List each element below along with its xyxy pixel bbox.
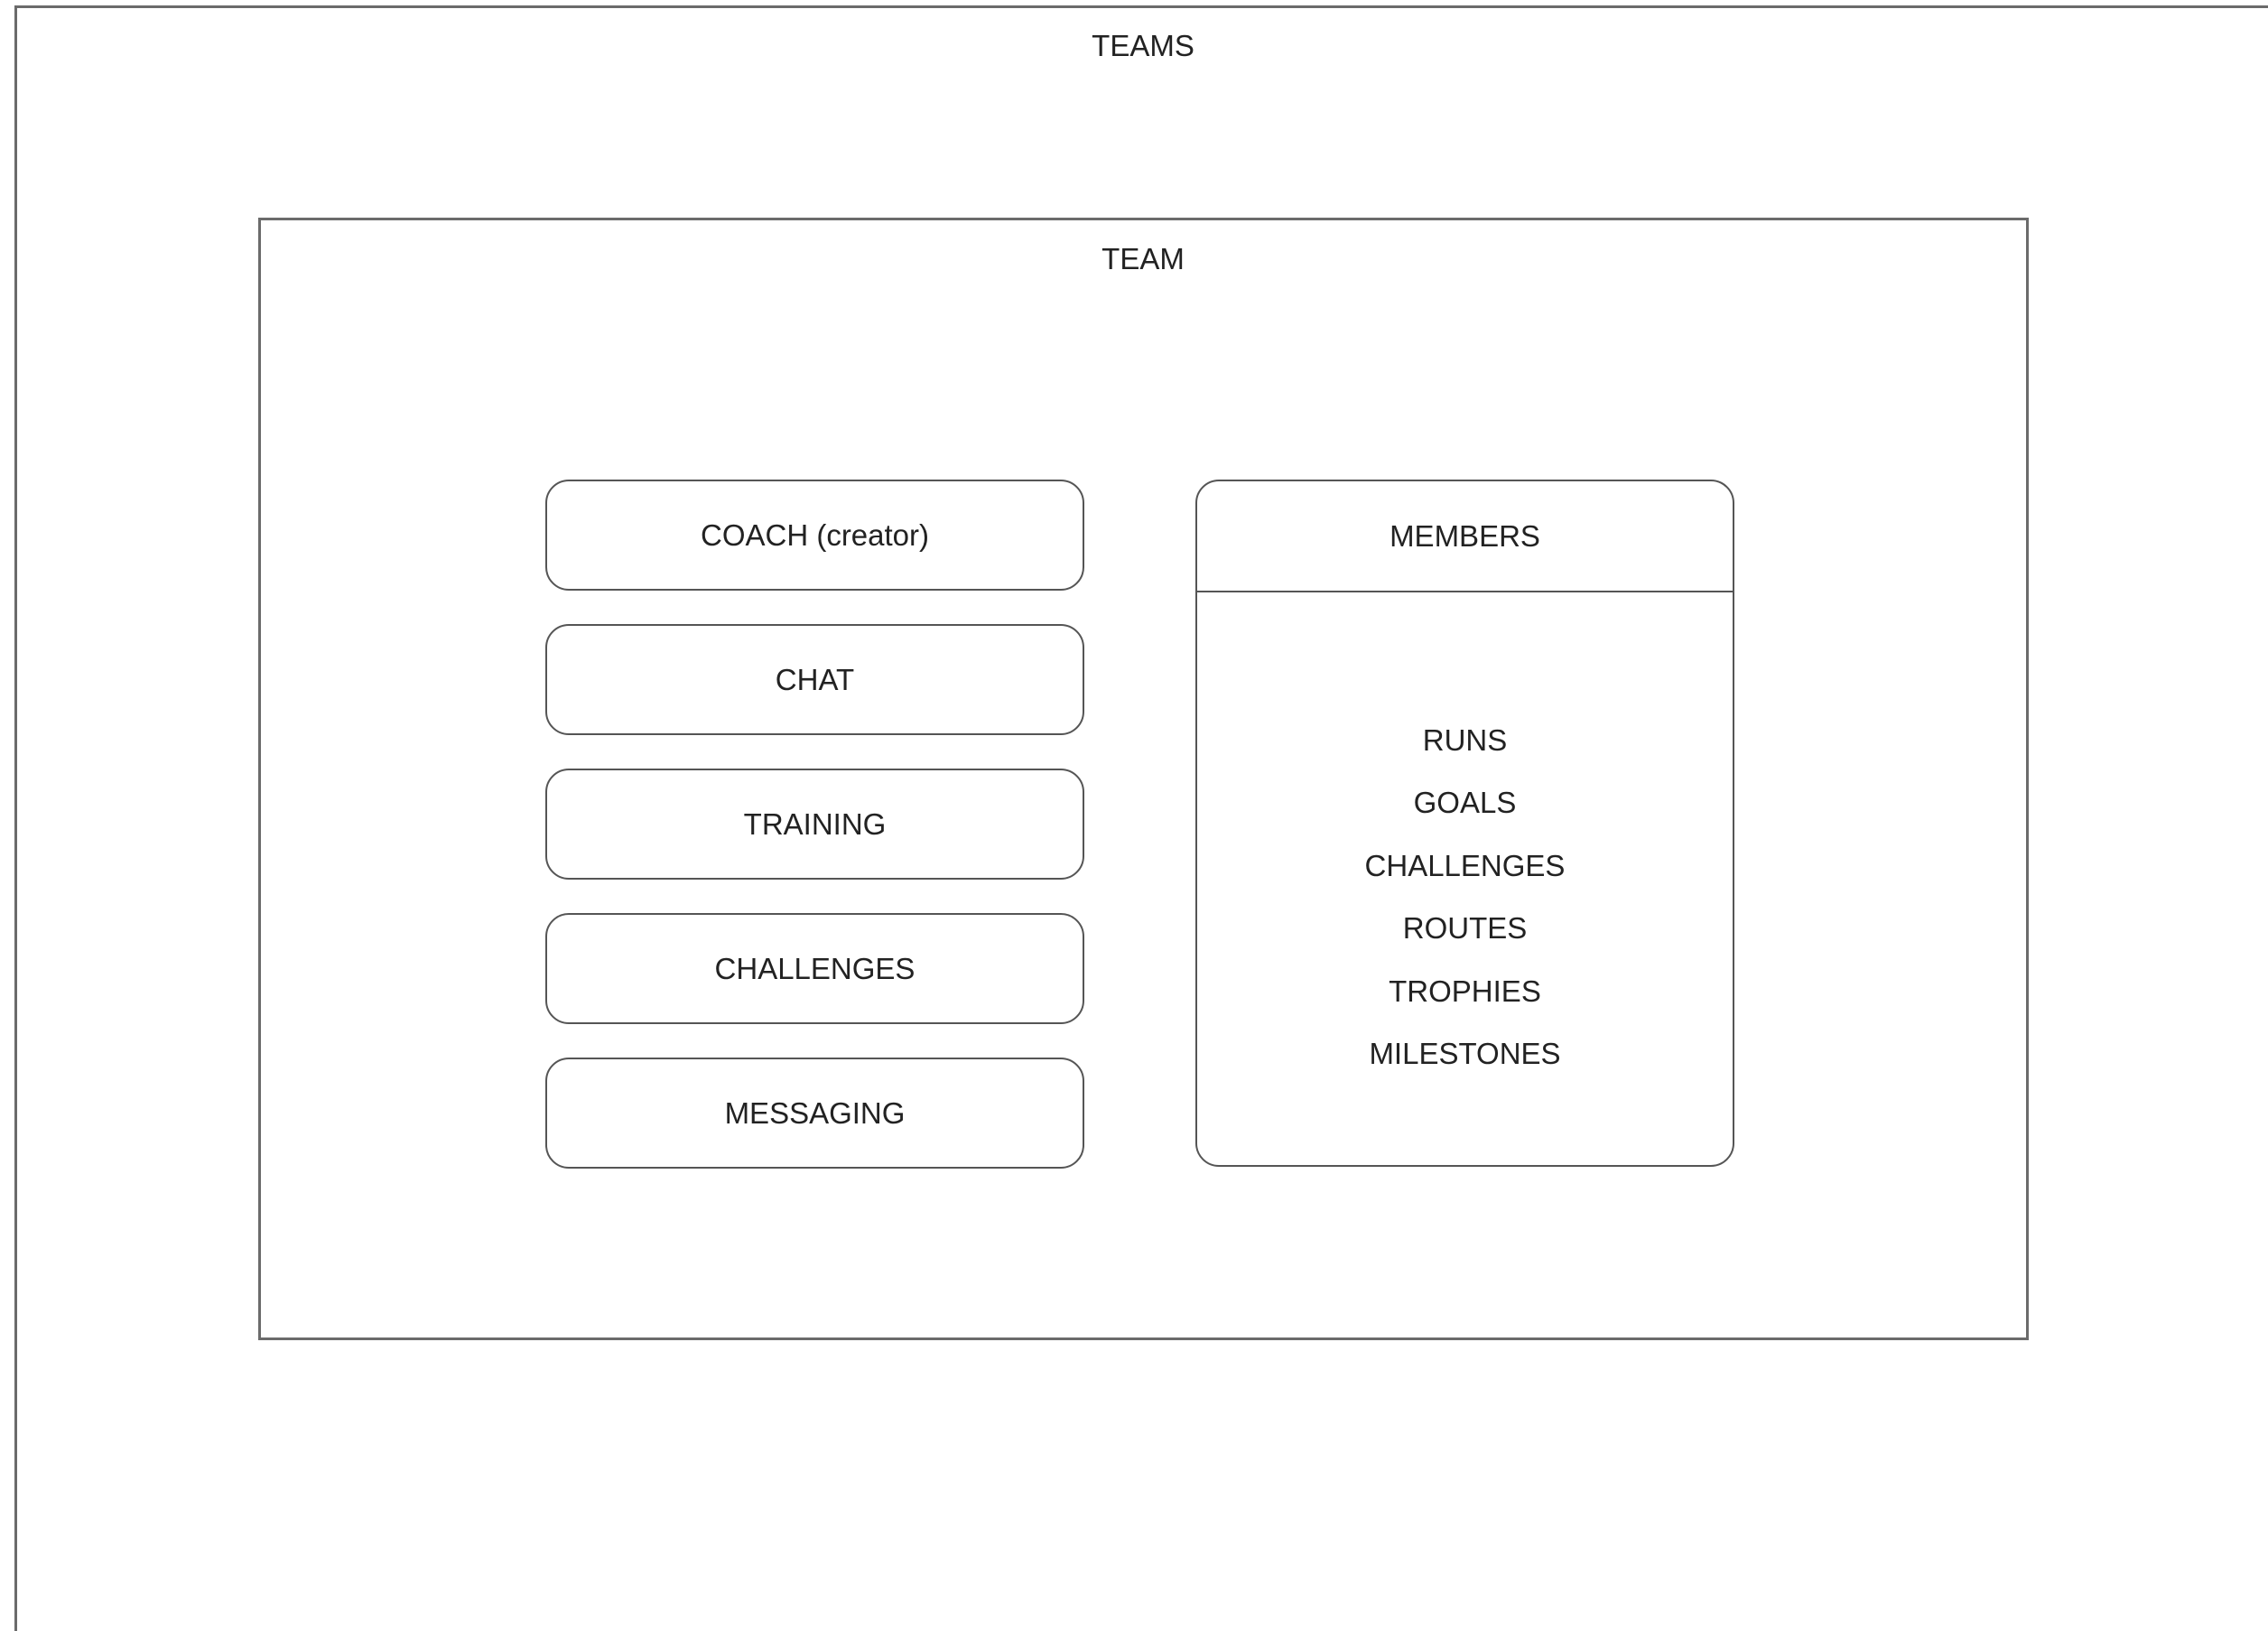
- members-item-goals: GOALS: [1413, 786, 1517, 820]
- members-item-challenges: CHALLENGES: [1364, 848, 1566, 882]
- messaging-box[interactable]: MESSAGING: [545, 1058, 1084, 1169]
- members-header: MEMBERS: [1197, 481, 1733, 592]
- members-item-runs: RUNS: [1422, 723, 1508, 757]
- members-item-milestones: MILESTONES: [1369, 1036, 1561, 1070]
- team-title: TEAM: [1101, 242, 1185, 275]
- members-item-routes: ROUTES: [1402, 911, 1528, 946]
- members-box[interactable]: MEMBERS RUNS GOALS CHALLENGES ROUTES TRO…: [1195, 480, 1734, 1167]
- chat-box[interactable]: CHAT: [545, 624, 1084, 735]
- team-container: [258, 218, 2029, 1340]
- coach-box[interactable]: COACH (creator): [545, 480, 1084, 591]
- challenges-box[interactable]: CHALLENGES: [545, 913, 1084, 1024]
- training-box[interactable]: TRAINING: [545, 769, 1084, 880]
- teams-title: TEAMS: [1092, 29, 1194, 62]
- members-item-trophies: TROPHIES: [1389, 974, 1541, 1008]
- members-list: RUNS GOALS CHALLENGES ROUTES TROPHIES MI…: [1197, 709, 1733, 1085]
